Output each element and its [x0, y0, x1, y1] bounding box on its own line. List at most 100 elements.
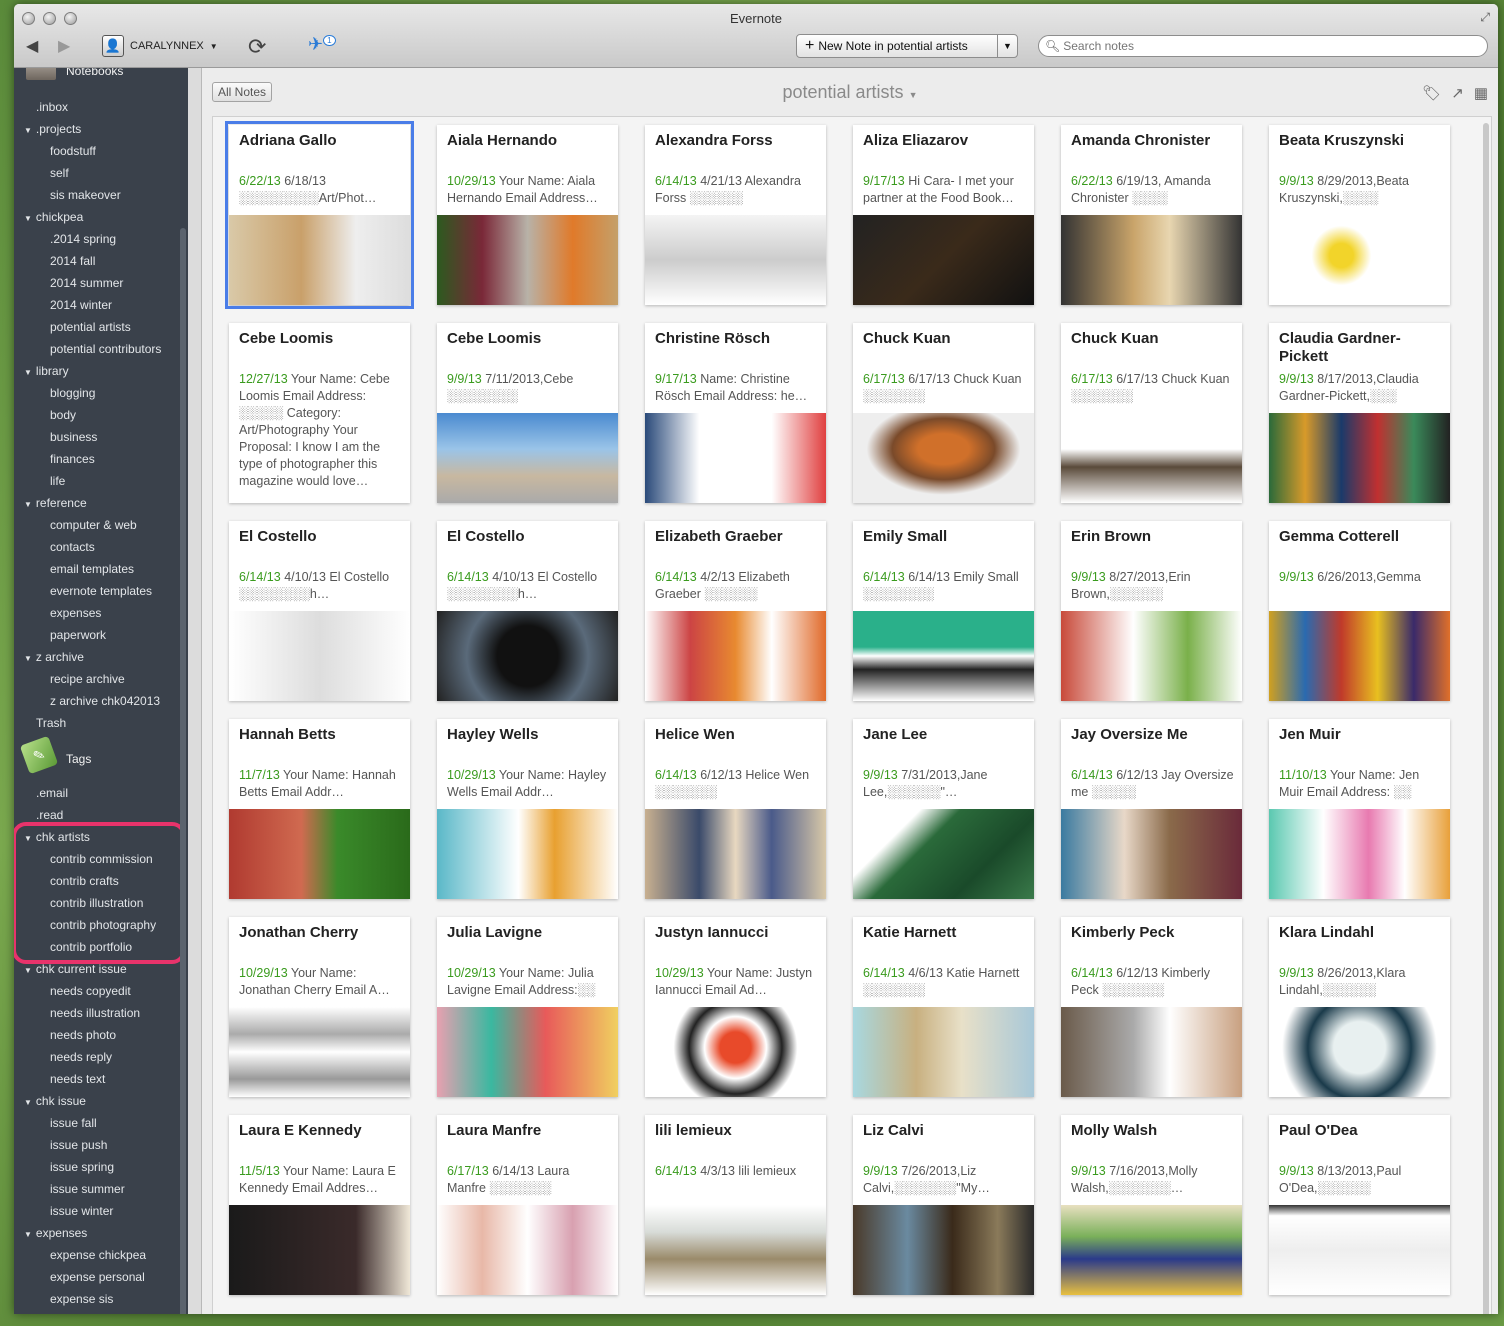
disclosure-triangle-icon[interactable]: ▼: [24, 966, 32, 975]
disclosure-triangle-icon[interactable]: ▼: [24, 1098, 32, 1107]
notebooks-header[interactable]: Notebooks: [66, 68, 123, 78]
note-card[interactable]: Jonathan Cherry 10/29/13 Your Name: Jonat…: [229, 917, 410, 1097]
sidebar-item[interactable]: computer & web: [50, 518, 137, 532]
sidebar-item[interactable]: potential artists: [50, 320, 131, 334]
sidebar-item[interactable]: sis makeover: [50, 188, 121, 202]
sidebar-scrollbar[interactable]: [180, 228, 186, 1314]
sidebar-item[interactable]: issue push: [50, 1138, 107, 1152]
sidebar-item[interactable]: ▼ chk current issue: [24, 962, 127, 976]
sidebar-item[interactable]: .email: [36, 786, 68, 800]
sidebar-item[interactable]: 2014 summer: [50, 276, 123, 290]
sidebar-item[interactable]: needs text: [50, 1072, 105, 1086]
sync-icon[interactable]: ⟳: [248, 34, 266, 60]
grid-view-icon[interactable]: ▦: [1474, 84, 1488, 102]
sidebar-item[interactable]: expenses: [50, 606, 101, 620]
sidebar-item[interactable]: recipe archive: [50, 672, 125, 686]
note-card[interactable]: Chuck Kuan 6/17/13 6/17/13 Chuck Kuan ░░░…: [853, 323, 1034, 503]
note-grid-scrollbar[interactable]: [1483, 123, 1489, 1314]
disclosure-triangle-icon[interactable]: ▼: [24, 126, 32, 135]
note-card[interactable]: Katie Harnett 6/14/13 4/6/13 Katie Harnet…: [853, 917, 1034, 1097]
note-card[interactable]: Justyn Iannucci 10/29/13 Your Name: Justy…: [645, 917, 826, 1097]
sidebar-item[interactable]: 2014 fall: [50, 254, 95, 268]
sidebar-item[interactable]: issue fall: [50, 1116, 97, 1130]
disclosure-triangle-icon[interactable]: ▼: [24, 214, 32, 223]
note-card[interactable]: Hannah Betts 11/7/13 Your Name: Hannah Be…: [229, 719, 410, 899]
sidebar-item[interactable]: finances: [50, 452, 95, 466]
tag-filter-icon[interactable]: 🏷︎: [1422, 84, 1441, 102]
sidebar-item[interactable]: blogging: [50, 386, 95, 400]
search-field[interactable]: 🔍︎: [1038, 35, 1488, 57]
new-note-button[interactable]: + New Note in potential artists ▼: [796, 34, 1018, 58]
note-card[interactable]: Laura E Kennedy 11/5/13 Your Name: Laura …: [229, 1115, 410, 1295]
disclosure-triangle-icon[interactable]: ▼: [24, 368, 32, 377]
note-card[interactable]: Cebe Loomis 9/9/13 7/11/2013,Cebe ░░░░░░░…: [437, 323, 618, 503]
sidebar-item[interactable]: foodstuff: [50, 144, 96, 158]
note-card[interactable]: Christine Rösch 9/17/13 Name: Christine R…: [645, 323, 826, 503]
note-card[interactable]: Chuck Kuan 6/17/13 6/17/13 Chuck Kuan ░░░…: [1061, 323, 1242, 503]
sidebar-item[interactable]: needs reply: [50, 1050, 112, 1064]
sidebar-item[interactable]: issue spring: [50, 1160, 114, 1174]
sidebar-item[interactable]: ▼ z archive: [24, 650, 84, 664]
notebook-title[interactable]: potential artists ▼: [202, 82, 1498, 103]
sidebar-item[interactable]: email templates: [50, 562, 134, 576]
note-card[interactable]: Julia Lavigne 10/29/13 Your Name: Julia L…: [437, 917, 618, 1097]
sidebar-item[interactable]: expense personal: [50, 1270, 145, 1284]
sidebar-item[interactable]: 2014 winter: [50, 298, 112, 312]
disclosure-triangle-icon[interactable]: ▼: [24, 500, 32, 509]
back-arrow-icon[interactable]: ◀: [26, 36, 38, 56]
forward-arrow-icon[interactable]: ▶: [58, 36, 70, 56]
note-card[interactable]: Alexandra Forss 6/14/13 4/21/13 Alexandra…: [645, 125, 826, 305]
note-card[interactable]: Jen Muir 11/10/13 Your Name: Jen Muir Ema…: [1269, 719, 1450, 899]
fullscreen-icon[interactable]: ⤢: [1480, 10, 1490, 25]
sidebar-item[interactable]: potential contributors: [50, 342, 161, 356]
note-card[interactable]: Aliza Eliazarov 9/17/13 Hi Cara- I met yo…: [853, 125, 1034, 305]
sidebar-item[interactable]: ▼ chickpea: [24, 210, 83, 224]
note-card[interactable]: lili lemieux 6/14/13 4/3/13 lili lemieux: [645, 1115, 826, 1295]
sidebar-item[interactable]: paperwork: [50, 628, 106, 642]
sidebar-item[interactable]: Trash: [36, 716, 66, 730]
note-card[interactable]: Helice Wen 6/14/13 6/12/13 Helice Wen ░░░…: [645, 719, 826, 899]
note-card[interactable]: Beata Kruszynski 9/9/13 8/29/2013,Beata K…: [1269, 125, 1450, 305]
new-note-dropdown[interactable]: ▼: [997, 35, 1017, 57]
note-card[interactable]: Laura Manfre 6/17/13 6/14/13 Laura Manfre…: [437, 1115, 618, 1295]
sidebar-item[interactable]: ▼ library: [24, 364, 69, 378]
note-card[interactable]: El Costello 6/14/13 4/10/13 El Costello ░…: [229, 521, 410, 701]
sidebar-item[interactable]: ▼ chk issue: [24, 1094, 86, 1108]
account-menu[interactable]: 👤 CARALYNNEX ▼: [102, 35, 218, 57]
sidebar-item[interactable]: evernote templates: [50, 584, 152, 598]
sidebar-item[interactable]: ▼ reference: [24, 496, 87, 510]
share-icon[interactable]: ↗: [1451, 84, 1464, 102]
sidebar-item[interactable]: ▼ .projects: [24, 122, 81, 136]
note-card[interactable]: Molly Walsh 9/9/13 7/16/2013,Molly Walsh,…: [1061, 1115, 1242, 1295]
activity-feed-icon[interactable]: ✈ 1: [308, 34, 336, 55]
note-card[interactable]: Amanda Chronister 6/22/13 6/19/13, Amanda…: [1061, 125, 1242, 305]
sidebar-item[interactable]: z archive chk042013: [50, 694, 160, 708]
sidebar-item[interactable]: expense chickpea: [50, 1248, 146, 1262]
note-card[interactable]: Hayley Wells 10/29/13 Your Name: Hayley W…: [437, 719, 618, 899]
note-card[interactable]: Gemma Cotterell 9/9/13 6/26/2013,Gemma: [1269, 521, 1450, 701]
sidebar-item[interactable]: needs copyedit: [50, 984, 131, 998]
note-card[interactable]: El Costello 6/14/13 4/10/13 El Costello ░…: [437, 521, 618, 701]
tags-header[interactable]: Tags: [66, 752, 91, 766]
sidebar-item[interactable]: .read: [36, 808, 63, 822]
note-card[interactable]: Adriana Gallo 6/22/13 6/18/13 ░░░░░░░░░Ar…: [225, 121, 414, 309]
note-card[interactable]: Klara Lindahl 9/9/13 8/26/2013,Klara Lind…: [1269, 917, 1450, 1097]
search-input[interactable]: [1063, 39, 1464, 53]
note-card[interactable]: Emily Small 6/14/13 6/14/13 Emily Small ░…: [853, 521, 1034, 701]
sidebar-divider[interactable]: [188, 68, 202, 1314]
disclosure-triangle-icon[interactable]: ▼: [24, 1230, 32, 1239]
note-card[interactable]: Erin Brown 9/9/13 8/27/2013,Erin Brown,░░…: [1061, 521, 1242, 701]
note-card[interactable]: Jay Oversize Me 6/14/13 6/12/13 Jay Overs…: [1061, 719, 1242, 899]
note-card[interactable]: Aiala Hernando 10/29/13 Your Name: Aiala …: [437, 125, 618, 305]
note-card[interactable]: Cebe Loomis 12/27/13 Your Name: Cebe Loom…: [229, 323, 410, 503]
note-card[interactable]: Claudia Gardner-Pickett 9/9/13 8/17/2013,…: [1269, 323, 1450, 503]
note-card[interactable]: Elizabeth Graeber 6/14/13 4/2/13 Elizabet…: [645, 521, 826, 701]
sidebar-item[interactable]: issue summer: [50, 1182, 125, 1196]
note-card[interactable]: Jane Lee 9/9/13 7/31/2013,Jane Lee,░░░░░░…: [853, 719, 1034, 899]
sidebar-item[interactable]: .2014 spring: [50, 232, 116, 246]
disclosure-triangle-icon[interactable]: ▼: [24, 654, 32, 663]
sidebar-item[interactable]: body: [50, 408, 76, 422]
note-card[interactable]: Liz Calvi 9/9/13 7/26/2013,Liz Calvi,░░░░…: [853, 1115, 1034, 1295]
sidebar-item[interactable]: contacts: [50, 540, 95, 554]
sidebar-item[interactable]: needs illustration: [50, 1006, 140, 1020]
